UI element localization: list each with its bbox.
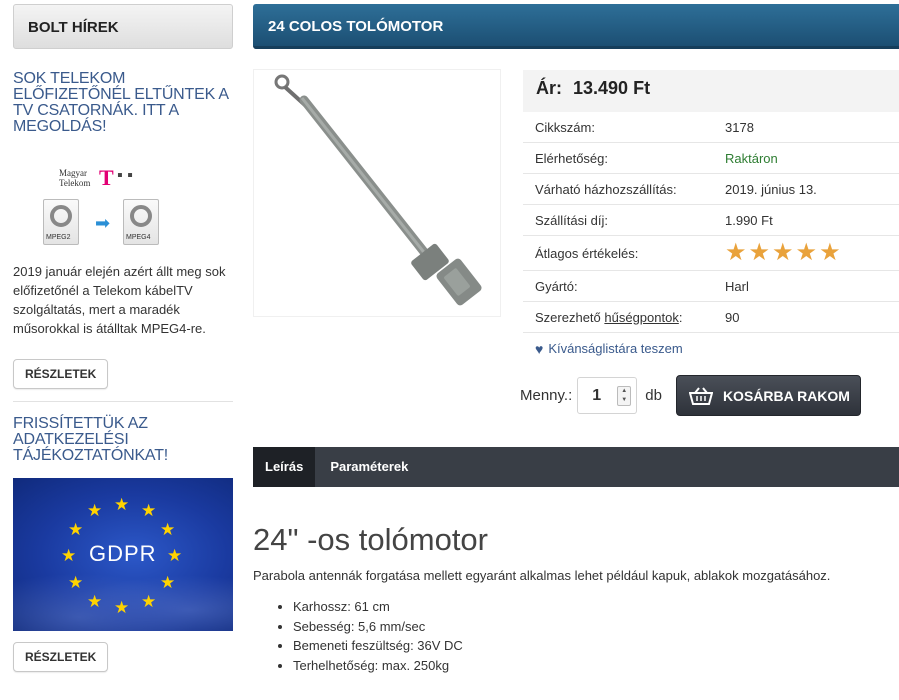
product-tabs: Leírás Paraméterek xyxy=(253,447,899,487)
info-row-sku: Cikkszám: 3178 xyxy=(523,112,899,143)
info-key: Várható házhozszállítás: xyxy=(535,181,677,197)
spec-list: Karhossz: 61 cm Sebesség: 5,6 mm/sec Bem… xyxy=(293,597,463,675)
info-value: 90 xyxy=(725,309,740,325)
eu-star-icon: ★ xyxy=(141,501,157,520)
price-value: 13.490 Ft xyxy=(573,78,651,98)
info-key: Szerezhető hűségpontok: xyxy=(535,309,683,325)
loyalty-points-link[interactable]: hűségpontok xyxy=(604,310,678,325)
divider xyxy=(13,401,233,402)
spinner-arrows-icon[interactable]: ▲ ▼ xyxy=(617,386,632,406)
info-key: Gyártó: xyxy=(535,278,578,294)
gdpr-label: GDPR xyxy=(89,541,157,566)
news-title-gdpr[interactable]: FRISSÍTETTÜK AZ ADATKEZELÉSI TÁJÉKOZTATÓ… xyxy=(13,416,233,464)
info-key: Cikkszám: xyxy=(535,119,595,135)
basket-icon xyxy=(688,386,713,405)
info-row-rating: Átlagos értékelés: ★ ★ ★ ★ ★ xyxy=(523,236,899,271)
linear-actuator-image xyxy=(274,74,482,306)
add-to-cart-line: Menny.: 1 ▲ ▼ db KOSÁRBA RAKOM xyxy=(520,375,861,416)
wishlist-label: Kívánságlistára teszem xyxy=(548,341,683,356)
eu-star-icon: ★ xyxy=(141,592,157,611)
telekom-logo-icon: T xyxy=(99,165,114,190)
description-heading: 24" -os tolómotor xyxy=(253,522,488,557)
news-image-gdpr[interactable]: ★ ★ ★ ★ ★ ★ ★ ★ ★ ★ ★ ★ GDPR xyxy=(13,478,233,631)
availability-value: Raktáron xyxy=(725,150,778,166)
add-to-cart-button[interactable]: KOSÁRBA RAKOM xyxy=(675,375,861,416)
quantity-label: Menny.: xyxy=(520,387,573,404)
eu-star-icon: ★ xyxy=(68,573,84,592)
news-title-telekom[interactable]: SOK TELEKOM ELŐFIZETŐNÉL ELTŰNTEK A TV C… xyxy=(13,71,233,135)
arrow-right-icon: ➡ xyxy=(95,213,111,233)
news-box-header: BOLT HÍREK xyxy=(13,4,233,49)
list-item: Bemeneti feszültség: 36V DC xyxy=(293,636,463,656)
star-icon: ★ xyxy=(748,239,771,266)
info-key: Szállítási díj: xyxy=(535,212,608,228)
manufacturer-value[interactable]: Harl xyxy=(725,279,749,294)
eu-star-icon: ★ xyxy=(160,520,176,539)
sidebar: BOLT HÍREK SOK TELEKOM ELŐFIZETŐNÉL ELTŰ… xyxy=(13,4,233,672)
product-title: 24 COLOS TOLÓMOTOR xyxy=(253,4,899,49)
info-value: 3178 xyxy=(725,119,754,135)
list-item: Karhossz: 61 cm xyxy=(293,597,463,617)
details-button-gdpr[interactable]: RÉSZLETEK xyxy=(13,642,109,672)
price-row: Ár: 13.490 Ft xyxy=(523,70,899,112)
tab-parameters[interactable]: Paraméterek xyxy=(315,447,420,487)
star-icon: ★ xyxy=(725,239,747,266)
mpeg2-file-icon: MPEG2 xyxy=(43,199,79,245)
info-key: Átlagos értékelés: xyxy=(535,245,639,261)
product-info: Ár: 13.490 Ft Cikkszám: 3178 Elérhetőség… xyxy=(523,70,899,364)
info-value: 2019. június 13. xyxy=(725,181,817,197)
eu-star-icon: ★ xyxy=(68,520,84,539)
heart-icon: ♥ xyxy=(535,340,544,357)
eu-star-icon: ★ xyxy=(61,546,77,565)
product-image[interactable] xyxy=(253,69,501,317)
eu-star-icon: ★ xyxy=(160,573,176,592)
info-value: 1.990 Ft xyxy=(725,212,773,228)
wishlist-link[interactable]: ♥ Kívánságlistára teszem xyxy=(523,333,899,364)
tab-description[interactable]: Leírás xyxy=(253,447,316,487)
star-icon: ★ xyxy=(795,239,818,266)
news-text-telekom: 2019 január elején azért állt meg sok el… xyxy=(13,264,226,336)
star-icon: ★ xyxy=(819,239,841,266)
add-to-cart-label: KOSÁRBA RAKOM xyxy=(722,387,850,404)
telekom-brand-text: Magyar Telekom xyxy=(59,168,91,188)
info-row-availability: Elérhetőség: Raktáron xyxy=(523,143,899,174)
info-key: Elérhetőség: xyxy=(535,150,608,166)
details-button-telekom[interactable]: RÉSZLETEK xyxy=(13,359,109,389)
quantity-unit: db xyxy=(645,387,662,404)
eu-star-icon: ★ xyxy=(167,546,183,565)
price-label: Ár: xyxy=(536,78,562,98)
quantity-stepper[interactable]: 1 ▲ ▼ xyxy=(577,377,638,414)
news-image-telekom[interactable]: Magyar Telekom T ▪ ▪ MPEG2 ➡ MPEG4 xyxy=(43,165,173,250)
info-row-shipping: Szállítási díj: 1.990 Ft xyxy=(523,205,899,236)
list-item: Sebesség: 5,6 mm/sec xyxy=(293,617,463,637)
info-row-delivery: Várható házhozszállítás: 2019. június 13… xyxy=(523,174,899,205)
mpeg4-file-icon: MPEG4 xyxy=(123,199,159,245)
description-text: Parabola antennák forgatása mellett egya… xyxy=(253,568,831,583)
rating-stars: ★ ★ ★ ★ ★ xyxy=(725,241,841,265)
list-item: Terhelhetőség: max. 250kg xyxy=(293,656,463,676)
star-icon: ★ xyxy=(772,239,794,266)
info-row-loyalty-points: Szerezhető hűségpontok: 90 xyxy=(523,302,899,333)
eu-star-icon: ★ xyxy=(114,598,130,617)
eu-star-icon: ★ xyxy=(87,501,103,520)
telekom-dots-icon: ▪ ▪ xyxy=(117,167,133,184)
eu-star-icon: ★ xyxy=(87,592,103,611)
eu-star-icon: ★ xyxy=(114,495,130,514)
product-main: 24 COLOS TOLÓMOTOR Ár: 13.490 Ft Cikkszá… xyxy=(253,4,899,673)
quantity-value[interactable]: 1 xyxy=(592,387,601,405)
info-row-manufacturer: Gyártó: Harl xyxy=(523,271,899,302)
